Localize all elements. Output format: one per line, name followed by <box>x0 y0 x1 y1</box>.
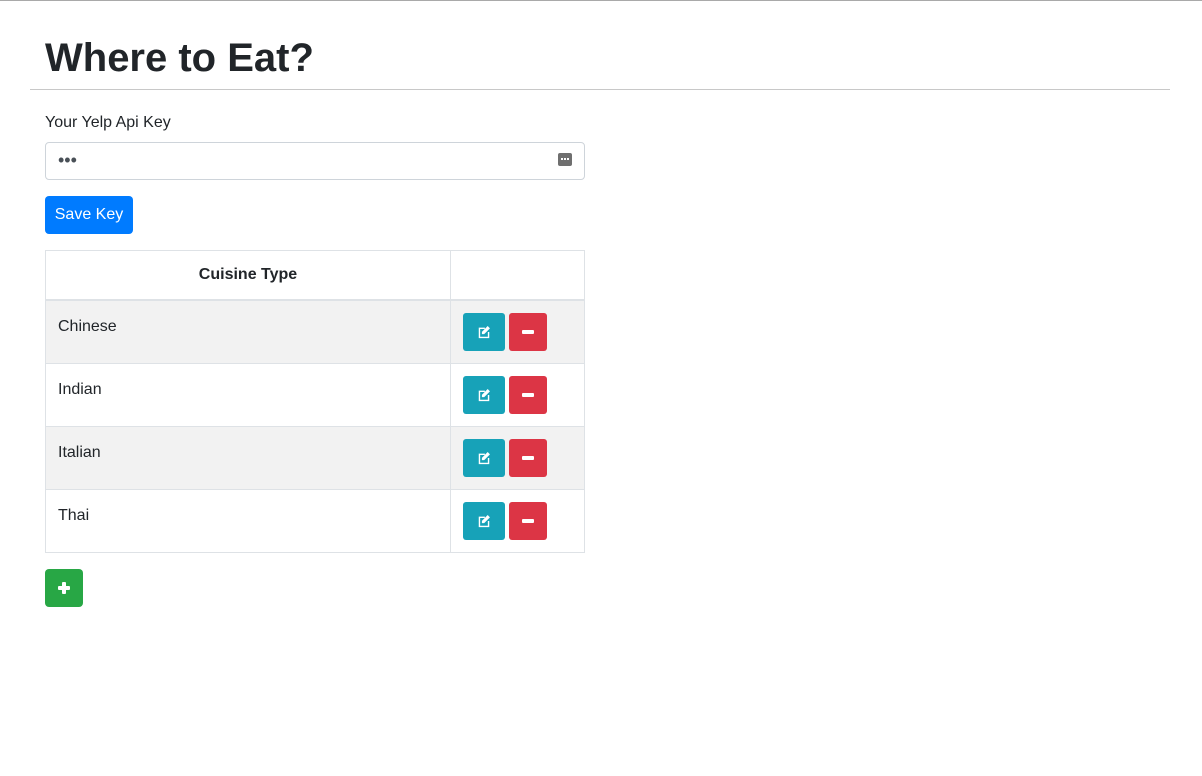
row-actions <box>450 299 585 364</box>
row-actions <box>450 363 585 427</box>
remove-button[interactable] <box>509 439 547 477</box>
table-row: Italian <box>45 426 585 490</box>
edit-button[interactable] <box>463 502 505 540</box>
cuisine-table: Cuisine Type Chinese Indian Italian Thai <box>45 250 585 553</box>
page-title: Where to Eat? <box>45 36 314 80</box>
plus-icon <box>58 582 70 594</box>
table-row: Thai <box>45 489 585 553</box>
remove-button[interactable] <box>509 502 547 540</box>
minus-icon <box>522 456 534 460</box>
remove-button[interactable] <box>509 313 547 351</box>
password-reveal-icon[interactable] <box>558 153 572 166</box>
cuisine-name: Italian <box>45 426 451 490</box>
remove-button[interactable] <box>509 376 547 414</box>
cuisine-name: Thai <box>45 489 451 553</box>
api-key-value: ••• <box>58 150 77 170</box>
api-key-input[interactable]: ••• <box>45 142 585 180</box>
actions-header <box>450 250 585 301</box>
api-key-label: Your Yelp Api Key <box>45 114 171 131</box>
row-actions <box>450 489 585 553</box>
edit-button[interactable] <box>463 313 505 351</box>
table-header-row: Cuisine Type <box>45 250 585 301</box>
table-row: Chinese <box>45 299 585 364</box>
minus-icon <box>522 393 534 397</box>
row-actions <box>450 426 585 490</box>
page-header: Where to Eat? <box>30 1 1170 90</box>
edit-icon <box>478 452 490 465</box>
edit-button[interactable] <box>463 376 505 414</box>
minus-icon <box>522 519 534 523</box>
edit-button[interactable] <box>463 439 505 477</box>
edit-icon <box>478 389 490 402</box>
table-row: Indian <box>45 363 585 427</box>
minus-icon <box>522 330 534 334</box>
cuisine-name: Indian <box>45 363 451 427</box>
add-cuisine-button[interactable] <box>45 569 83 607</box>
cuisine-type-header: Cuisine Type <box>45 250 451 301</box>
save-key-button[interactable]: Save Key <box>45 196 133 234</box>
edit-icon <box>478 515 490 528</box>
edit-icon <box>478 326 490 339</box>
cuisine-name: Chinese <box>45 299 451 364</box>
